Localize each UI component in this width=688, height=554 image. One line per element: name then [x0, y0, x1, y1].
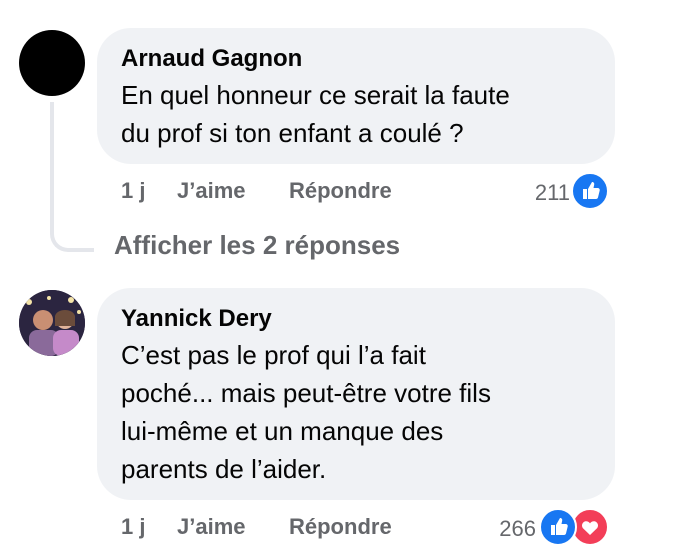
comment-author[interactable]: Arnaud Gagnon: [121, 44, 591, 74]
comment-timestamp[interactable]: 1 j: [121, 178, 145, 204]
like-reaction-icon[interactable]: [539, 508, 577, 546]
comment-text-line: poché... mais peut-être votre fils: [121, 378, 491, 408]
reaction-count[interactable]: 266: [486, 516, 536, 542]
comment-author[interactable]: Yannick Dery: [121, 304, 591, 334]
comment-text-line: En quel honneur ce serait la faute: [121, 80, 510, 110]
heart-icon: [582, 521, 598, 535]
reaction-count[interactable]: 211: [520, 180, 570, 206]
reply-button[interactable]: Répondre: [289, 178, 392, 204]
comment-text-line: C’est pas le prof qui l’a fait: [121, 340, 426, 370]
comment-text-line: lui-même et un manque des: [121, 416, 444, 446]
show-replies-link[interactable]: Afficher les 2 réponses: [114, 230, 400, 261]
comment-timestamp[interactable]: 1 j: [121, 514, 145, 540]
thread-connector-line: [50, 102, 94, 252]
like-reaction-icon[interactable]: [571, 172, 609, 210]
thumbs-up-icon: [551, 518, 568, 535]
profile-photo: [19, 290, 85, 356]
avatar[interactable]: [19, 30, 85, 96]
comment-bubble: Yannick Dery C’est pas le prof qui l’a f…: [97, 288, 615, 500]
comment-text-line: du prof si ton enfant a coulé ?: [121, 118, 464, 148]
comment-text-line: parents de l’aider.: [121, 454, 327, 484]
like-button[interactable]: J’aime: [177, 514, 246, 540]
avatar[interactable]: [19, 290, 85, 356]
like-button[interactable]: J’aime: [177, 178, 246, 204]
reply-button[interactable]: Répondre: [289, 514, 392, 540]
thumbs-up-icon: [583, 182, 600, 199]
comment-bubble: Arnaud Gagnon En quel honneur ce serait …: [97, 28, 615, 164]
